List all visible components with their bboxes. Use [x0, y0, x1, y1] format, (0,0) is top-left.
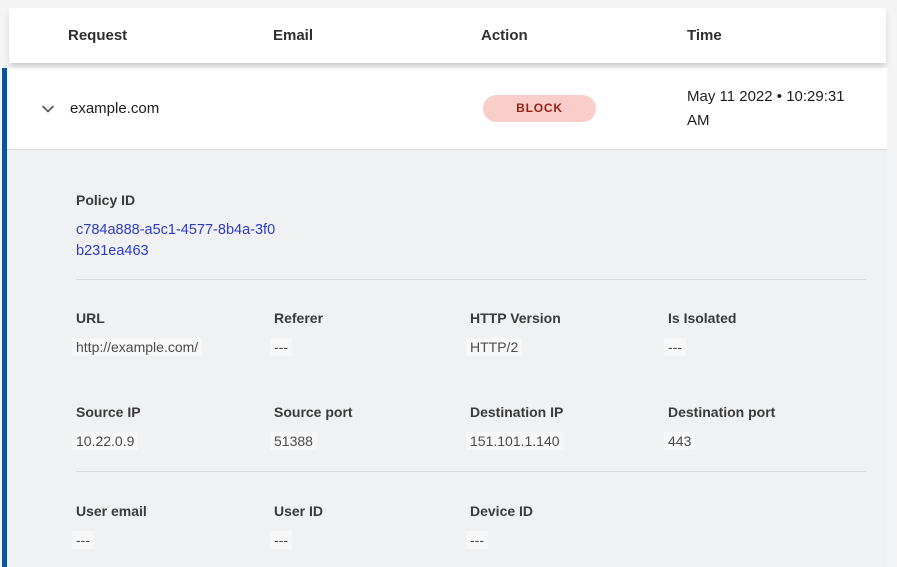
detail-field-destination-ip: Destination IP 151.101.1.140: [470, 404, 668, 450]
policy-id-link[interactable]: c784a888-a5c1-4577-8b4a-3f0b231ea463: [76, 220, 278, 262]
log-table-row[interactable]: example.com BLOCK May 11 2022 • 10:29:31…: [7, 68, 887, 150]
field-label: Destination IP: [470, 404, 668, 420]
field-label: User ID: [274, 503, 470, 519]
field-label: Source IP: [76, 404, 274, 420]
field-label: Referer: [274, 310, 470, 326]
field-label: Destination port: [668, 404, 866, 420]
policy-id-label: Policy ID: [76, 192, 866, 208]
detail-field-url: URL http://example.com/: [76, 310, 274, 356]
detail-row-user: User email --- User ID --- Device ID ---: [76, 503, 866, 549]
field-value: 443: [668, 432, 866, 450]
detail-field-is-isolated: Is Isolated ---: [668, 310, 866, 356]
column-header-email: Email: [273, 27, 481, 44]
detail-row-network: Source IP 10.22.0.9 Source port 51388 De…: [76, 404, 866, 450]
column-header-action: Action: [481, 27, 687, 44]
field-value: HTTP/2: [470, 338, 668, 356]
request-cell: example.com: [7, 100, 273, 117]
request-domain: example.com: [70, 100, 159, 117]
column-header-request: Request: [9, 27, 273, 44]
section-divider: [76, 471, 866, 472]
detail-field-empty: [668, 503, 866, 549]
detail-row-http: URL http://example.com/ Referer --- HTTP…: [76, 310, 866, 356]
field-value: 10.22.0.9: [76, 432, 274, 450]
detail-field-source-ip: Source IP 10.22.0.9: [76, 404, 274, 450]
field-value: ---: [274, 338, 470, 356]
log-detail-panel: Policy ID c784a888-a5c1-4577-8b4a-3f0b23…: [7, 150, 887, 549]
detail-field-referer: Referer ---: [274, 310, 470, 356]
field-value: ---: [470, 531, 668, 549]
detail-field-source-port: Source port 51388: [274, 404, 470, 450]
detail-field-http-version: HTTP Version HTTP/2: [470, 310, 668, 356]
table-header: Request Email Action Time: [9, 8, 886, 63]
field-value: 151.101.1.140: [470, 432, 668, 450]
detail-field-user-email: User email ---: [76, 503, 274, 549]
field-label: Is Isolated: [668, 310, 866, 326]
field-value: ---: [274, 531, 470, 549]
field-label: User email: [76, 503, 274, 519]
field-value: ---: [668, 338, 866, 356]
block-status-badge: BLOCK: [483, 95, 596, 122]
field-label: Source port: [274, 404, 470, 420]
field-value: http://example.com/: [76, 338, 274, 356]
field-value: 51388: [274, 432, 470, 450]
time-cell: May 11 2022 • 10:29:31 AM: [687, 85, 887, 133]
field-value: ---: [76, 531, 274, 549]
column-header-time: Time: [687, 27, 886, 44]
policy-group: Policy ID c784a888-a5c1-4577-8b4a-3f0b23…: [76, 192, 866, 262]
expanded-log-entry: example.com BLOCK May 11 2022 • 10:29:31…: [2, 68, 887, 567]
field-label: URL: [76, 310, 274, 326]
chevron-down-icon[interactable]: [40, 101, 56, 117]
section-divider: [76, 279, 866, 280]
action-cell: BLOCK: [481, 95, 687, 122]
detail-field-user-id: User ID ---: [274, 503, 470, 549]
field-label: HTTP Version: [470, 310, 668, 326]
field-label: Device ID: [470, 503, 668, 519]
detail-field-device-id: Device ID ---: [470, 503, 668, 549]
detail-field-destination-port: Destination port 443: [668, 404, 866, 450]
